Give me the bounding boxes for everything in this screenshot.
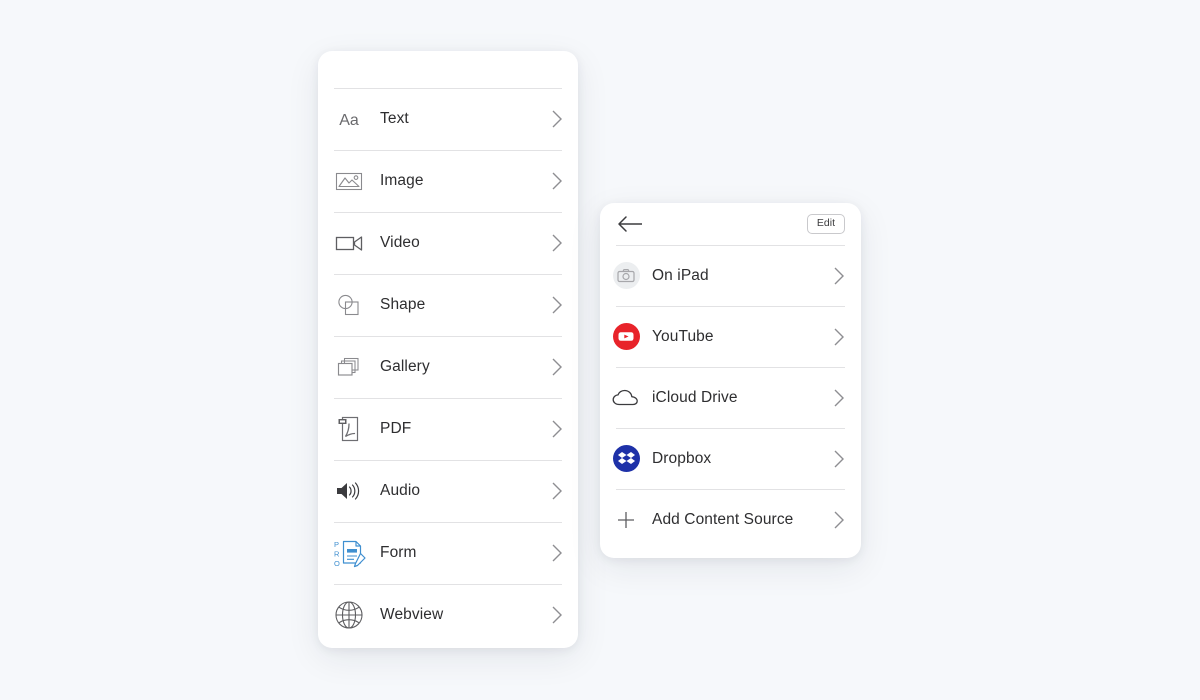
list-item-audio[interactable]: Audio	[318, 460, 578, 522]
form-pro-letter-r: R	[334, 550, 340, 559]
list-item-pdf[interactable]: PDF	[318, 398, 578, 460]
cloud-icon	[600, 388, 652, 408]
list-item-label: Video	[380, 234, 420, 251]
chevron-right-icon[interactable]	[817, 387, 861, 409]
list-item-label: Text	[380, 110, 409, 127]
video-camera-icon	[318, 231, 380, 255]
chevron-right-icon[interactable]	[817, 326, 861, 348]
list-item-shape[interactable]: Shape	[318, 274, 578, 336]
list-item-label: On iPad	[652, 266, 709, 284]
chevron-right-icon[interactable]	[536, 418, 578, 440]
list-item-label: Dropbox	[652, 449, 712, 467]
svg-text:Aa: Aa	[339, 112, 359, 129]
row-divider	[334, 584, 562, 585]
chevron-right-icon[interactable]	[817, 265, 861, 287]
list-item-label: YouTube	[652, 327, 714, 345]
list-item-label: Form	[380, 544, 417, 561]
list-item-label: Audio	[380, 482, 421, 499]
chevron-right-icon[interactable]	[536, 604, 578, 626]
row-divider	[334, 336, 562, 337]
row-divider	[334, 274, 562, 275]
list-item-icloud-drive[interactable]: iCloud Drive	[600, 367, 861, 428]
row-divider	[334, 460, 562, 461]
camera-icon-badge	[612, 262, 640, 289]
list-item-gallery[interactable]: Gallery	[318, 336, 578, 398]
text-aa-icon: Aa	[318, 108, 380, 130]
globe-icon	[318, 599, 380, 631]
content-source-panel: Edit On iPad YouTube iCloud Drive Dropbo…	[600, 203, 861, 558]
gallery-icon	[318, 354, 380, 380]
chevron-right-icon[interactable]	[536, 294, 578, 316]
shape-icon	[318, 292, 380, 318]
row-divider	[334, 522, 562, 523]
list-item-form[interactable]: P R O Form	[318, 522, 578, 584]
row-divider	[334, 88, 562, 89]
chevron-right-icon[interactable]	[536, 232, 578, 254]
chevron-right-icon[interactable]	[536, 480, 578, 502]
back-arrow-icon[interactable]	[616, 215, 644, 233]
chevron-right-icon[interactable]	[817, 448, 861, 470]
list-item-webview[interactable]: Webview	[318, 584, 578, 646]
row-divider	[334, 398, 562, 399]
list-item-label: iCloud Drive	[652, 388, 738, 406]
chevron-right-icon[interactable]	[536, 170, 578, 192]
row-divider	[334, 150, 562, 151]
list-item-dropbox[interactable]: Dropbox	[600, 428, 861, 489]
list-item-add-content-source[interactable]: Add Content Source	[600, 489, 861, 550]
row-divider	[616, 489, 845, 490]
chevron-right-icon[interactable]	[536, 356, 578, 378]
list-item-youtube[interactable]: YouTube	[600, 306, 861, 367]
content-type-panel-header	[318, 51, 578, 88]
chevron-right-icon[interactable]	[536, 108, 578, 130]
content-type-panel: Aa Text Image Video Shape Gallery PDF Au…	[318, 51, 578, 648]
chevron-right-icon[interactable]	[817, 509, 861, 531]
youtube-icon	[600, 323, 652, 350]
row-divider	[616, 306, 845, 307]
dropbox-icon	[600, 445, 652, 472]
form-pro-letter-p: P	[334, 540, 339, 549]
list-item-label: Add Content Source	[652, 510, 794, 528]
chevron-right-icon[interactable]	[536, 542, 578, 564]
content-source-panel-header: Edit	[600, 203, 861, 245]
pdf-icon	[318, 414, 380, 444]
list-item-video[interactable]: Video	[318, 212, 578, 274]
row-divider	[334, 212, 562, 213]
row-divider	[616, 367, 845, 368]
youtube-icon-badge	[612, 323, 640, 350]
form-pro-letter-o: O	[334, 559, 340, 568]
list-item-on-ipad[interactable]: On iPad	[600, 245, 861, 306]
row-divider	[616, 245, 845, 246]
form-pro-icon: P R O	[318, 536, 380, 570]
list-item-label: Webview	[380, 606, 444, 623]
list-item-label: Gallery	[380, 358, 430, 375]
list-item-label: Shape	[380, 296, 426, 313]
row-divider	[616, 428, 845, 429]
list-item-image[interactable]: Image	[318, 150, 578, 212]
plus-icon	[600, 509, 652, 531]
audio-speaker-icon	[318, 479, 380, 503]
list-item-label: PDF	[380, 420, 412, 437]
list-item-label: Image	[380, 172, 424, 189]
image-icon	[318, 169, 380, 193]
edit-button[interactable]: Edit	[806, 214, 845, 234]
dropbox-icon-badge	[612, 445, 640, 472]
list-item-text[interactable]: Aa Text	[318, 88, 578, 150]
camera-icon	[600, 262, 652, 289]
